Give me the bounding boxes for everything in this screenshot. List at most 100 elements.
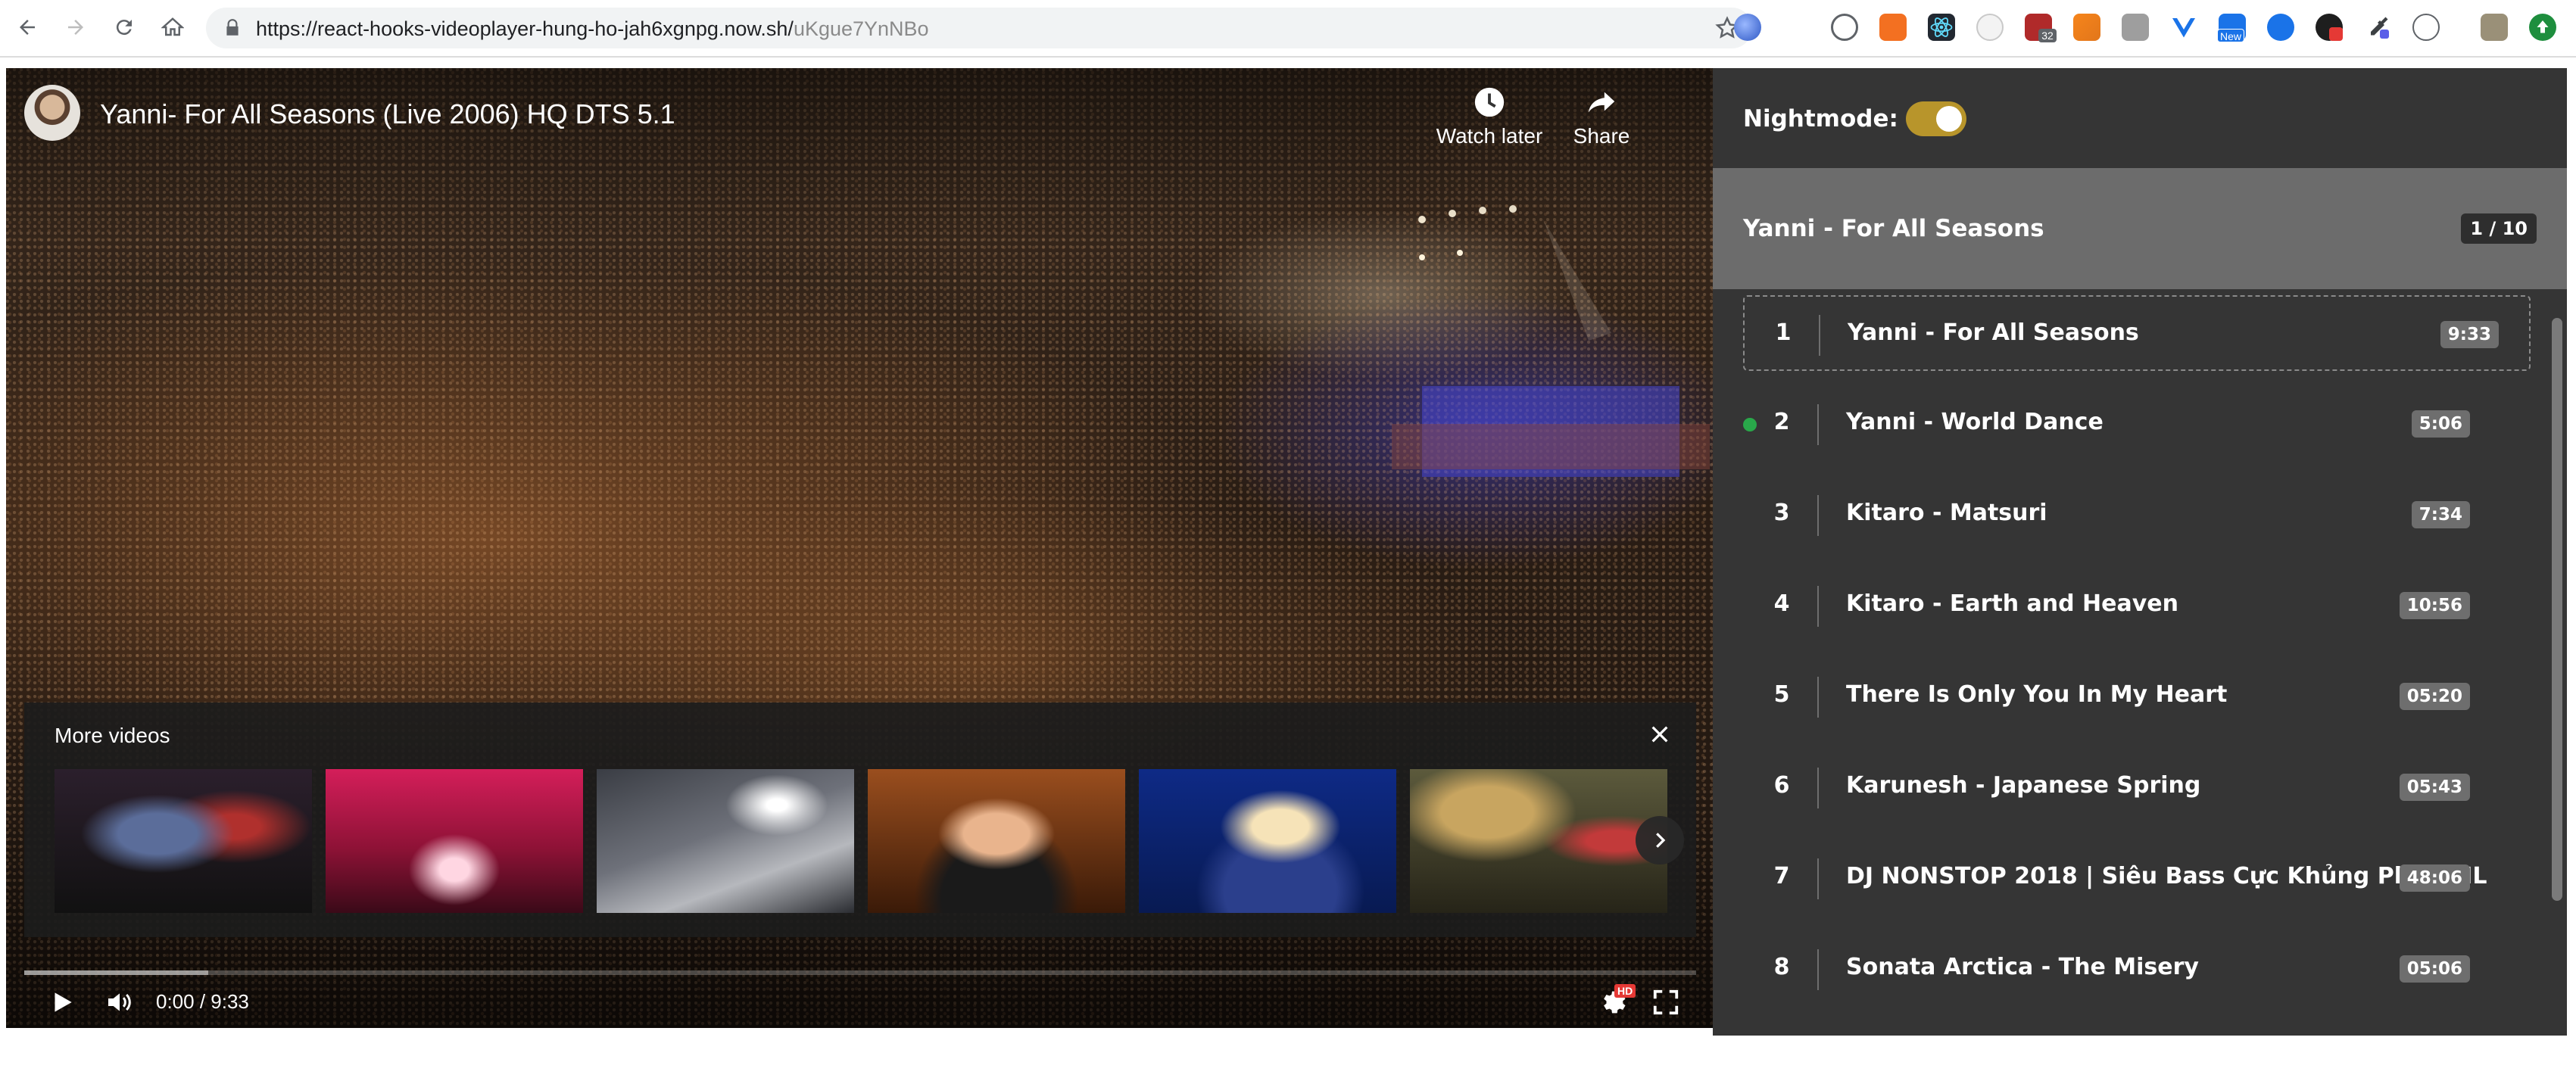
playlist-item-number: 6 <box>1773 772 1790 799</box>
reload-button[interactable] <box>108 11 141 44</box>
vue-v-icon <box>2172 18 2195 38</box>
extension-new-icon[interactable]: New <box>2217 14 2246 42</box>
playlist-item[interactable]: 2 Yanni - World Dance 5:06 <box>1743 386 2500 462</box>
thumb-2[interactable] <box>326 769 583 913</box>
playlist-title: Yanni - For All Seasons <box>1743 215 2044 242</box>
playlist-item[interactable]: 6 Karunesh - Japanese Spring 05:43 <box>1743 749 2500 825</box>
playlist-item-title: Karunesh - Japanese Spring <box>1846 772 2201 799</box>
extension-react-devtools-icon[interactable] <box>1928 14 1955 41</box>
playlist: 1 Yanni - For All Seasons 9:33 2 Yanni - Wor… <box>1713 295 2567 1036</box>
playlist-item-divider <box>1817 858 1819 899</box>
playlist-item-duration: 48:06 <box>2399 864 2470 892</box>
chevron-right-icon <box>1656 833 1666 848</box>
playlist-item-duration: 10:56 <box>2399 592 2470 619</box>
playlist-item-divider <box>1817 586 1819 627</box>
playlist-item-duration: 05:20 <box>2399 683 2470 710</box>
thumb-6[interactable] <box>1410 769 1667 913</box>
playlist-item-number: 1 <box>1775 319 1792 346</box>
home-icon <box>161 17 184 36</box>
playlist-item-number: 5 <box>1773 681 1790 708</box>
playlist-item-duration: 7:34 <box>2411 501 2470 528</box>
forward-arrow-icon <box>68 20 83 35</box>
home-button[interactable] <box>156 11 189 44</box>
playlist-item-number: 4 <box>1773 590 1790 617</box>
more-videos-next-button[interactable] <box>1636 816 1684 864</box>
mute-button[interactable] <box>100 983 139 1022</box>
extension-eyedropper-icon[interactable] <box>2364 14 2391 41</box>
playlist-item-number: 2 <box>1773 409 1790 435</box>
address-bar[interactable]: https://react-hooks-videoplayer-hung-ho-… <box>206 8 1752 48</box>
extension-grid-icon[interactable] <box>2122 14 2149 41</box>
extension-metamask-icon[interactable] <box>2073 14 2100 41</box>
playlist-scrollbar[interactable] <box>2552 318 2562 901</box>
lock-icon <box>226 19 239 36</box>
playlist-item-title: Sonata Arctica - The Misery <box>1846 954 2199 980</box>
forward-button[interactable] <box>59 11 92 44</box>
react-atom-icon <box>1930 17 1953 37</box>
profile-avatar[interactable] <box>2481 14 2508 41</box>
extension-calculator-icon[interactable] <box>1879 14 1907 41</box>
playlist-item-title: Kitaro - Matsuri <box>1846 500 2047 526</box>
extension-clock-icon[interactable] <box>1976 14 2004 41</box>
thumb-4[interactable] <box>868 769 1125 913</box>
more-videos-close-button[interactable] <box>1643 718 1676 751</box>
extension-a11y-icon[interactable] <box>2412 14 2440 41</box>
fullscreen-button[interactable] <box>1645 983 1687 1022</box>
nightmode-label: Nightmode: <box>1743 105 1898 132</box>
eyedropper-icon <box>2371 17 2389 39</box>
playlist-item-title: Kitaro - Earth and Heaven <box>1846 590 2179 617</box>
playlist-item[interactable]: 3 Kitaro - Matsuri 7:34 <box>1743 477 2500 553</box>
volume-icon <box>108 993 131 1011</box>
playlist-item-divider <box>1817 768 1819 808</box>
video-title[interactable]: Yanni- For All Seasons (Live 2006) HQ DT… <box>100 98 675 130</box>
nightmode-toggle[interactable] <box>1905 101 1966 136</box>
playlist-item-title: Yanni - For All Seasons <box>1848 319 2139 346</box>
extension-badge-32-icon[interactable]: 32 <box>2025 14 2057 42</box>
thumb-5[interactable] <box>1139 769 1396 913</box>
playlist-item-duration: 9:33 <box>2440 321 2499 348</box>
playlist-item[interactable]: 8 Sonata Arctica - The Misery 05:06 <box>1743 931 2500 1007</box>
playlist-item[interactable]: 1 Yanni - For All Seasons 9:33 <box>1743 295 2531 371</box>
extension-badge-new: New <box>2217 29 2245 42</box>
extension-grammarly-icon[interactable] <box>2267 14 2294 41</box>
extension-badge-count: 32 <box>2038 29 2057 42</box>
channel-avatar[interactable] <box>24 85 80 141</box>
thumb-1[interactable] <box>55 769 312 913</box>
playlist-item-duration: 05:06 <box>2399 955 2470 983</box>
more-videos-panel: More videos <box>24 702 1696 937</box>
update-icon[interactable] <box>2529 14 2556 41</box>
playlist-item-title: Yanni - World Dance <box>1846 409 2104 435</box>
progress-bar[interactable] <box>24 970 1696 975</box>
playlist-item-divider <box>1819 315 1820 356</box>
progress-loaded <box>24 970 208 975</box>
settings-button[interactable]: HD <box>1592 983 1636 1022</box>
share-button[interactable]: Share <box>1545 85 1658 153</box>
playlist-item[interactable]: 7 DJ NONSTOP 2018 | Siêu Bass Cực Khủng P… <box>1743 840 2500 916</box>
playlist-item-divider <box>1817 949 1819 990</box>
video-player[interactable]: Yanni- For All Seasons (Live 2006) HQ DT… <box>6 68 1713 1028</box>
url-host: https://react-hooks-videoplayer-hung-ho-… <box>256 17 794 40</box>
playlist-item[interactable]: 4 Kitaro - Earth and Heaven 10:56 <box>1743 568 2500 643</box>
extension-alert-badge <box>2329 27 2343 41</box>
browser-toolbar: https://react-hooks-videoplayer-hung-ho-… <box>0 0 2576 58</box>
nightmode-control: Nightmode: <box>1743 101 1966 136</box>
watch-later-button[interactable]: Watch later <box>1433 85 1546 153</box>
back-button[interactable] <box>11 11 44 44</box>
update-arrow-icon <box>2537 20 2549 33</box>
playlist-item-title: There Is Only You In My Heart <box>1846 681 2228 708</box>
extension-globe-icon[interactable] <box>1734 14 1761 41</box>
extension-circle-icon[interactable] <box>1831 14 1858 41</box>
playlist-item-number: 8 <box>1773 954 1790 980</box>
played-indicator-dot <box>1743 418 1757 431</box>
more-videos-thumbnails <box>55 769 1667 913</box>
play-button[interactable] <box>42 983 82 1022</box>
playlist-item-number: 3 <box>1773 500 1790 526</box>
extension-vue-icon[interactable] <box>2170 14 2197 41</box>
playlist-item[interactable]: 5 There Is Only You In My Heart 05:20 <box>1743 659 2500 734</box>
fullscreen-icon <box>1653 989 1679 1015</box>
thumb-3[interactable] <box>597 769 854 913</box>
back-arrow-icon <box>20 20 35 35</box>
extension-shield-icon[interactable] <box>2316 14 2343 41</box>
playlist-sidebar: Nightmode: Yanni - For All Seasons 1 / 1… <box>1713 68 2567 1036</box>
playlist-header: Yanni - For All Seasons 1 / 10 <box>1713 168 2567 289</box>
